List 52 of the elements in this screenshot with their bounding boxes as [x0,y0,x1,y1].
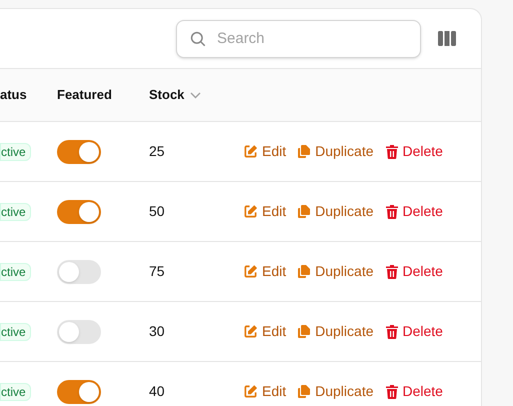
status-badge: ctive [0,202,31,220]
stock-value: 75 [149,262,165,278]
edit-link[interactable]: Edit [244,321,286,342]
delete-link[interactable]: Delete [386,201,443,222]
stock-value: 50 [149,202,165,218]
trash-icon [386,204,398,218]
delete-link[interactable]: Delete [386,381,443,402]
stock-value: 30 [149,322,165,338]
copy-icon [298,385,310,398]
column-header: atus [0,86,27,104]
status-badge: ctive [0,262,31,280]
duplicate-link[interactable]: Duplicate [298,261,374,282]
featured-toggle[interactable] [57,320,101,344]
search-field[interactable]: Search [176,20,421,58]
edit-link[interactable]: Edit [244,201,286,222]
trash-icon [386,384,398,398]
edit-icon [244,385,257,398]
column-header: Featured [57,86,112,104]
copy-icon [298,325,310,338]
edit-icon [244,265,257,278]
status-badge: ctive [0,322,31,340]
duplicate-link[interactable]: Duplicate [298,201,374,222]
delete-link[interactable]: Delete [386,321,443,342]
stock-value: 40 [149,382,165,398]
copy-icon [298,145,310,158]
trash-icon [386,324,398,338]
edit-icon [244,205,257,218]
column-header[interactable]: Stock [149,85,184,105]
chevron-down-icon[interactable] [190,92,202,98]
columns-icon[interactable] [438,31,456,46]
edit-icon [244,145,257,158]
copy-icon [298,205,310,218]
featured-toggle[interactable] [57,260,101,284]
duplicate-link[interactable]: Duplicate [298,141,374,162]
status-badge: ctive [0,142,31,160]
featured-toggle[interactable] [57,140,101,164]
trash-icon [386,264,398,278]
stock-value: 25 [149,142,165,158]
edit-icon [244,325,257,338]
duplicate-link[interactable]: Duplicate [298,321,374,342]
featured-toggle[interactable] [57,200,101,224]
edit-link[interactable]: Edit [244,381,286,402]
status-badge: ctive [0,382,31,400]
copy-icon [298,265,310,278]
featured-toggle[interactable] [57,380,101,404]
trash-icon [386,144,398,158]
search-icon [189,30,207,48]
delete-link[interactable]: Delete [386,261,443,282]
delete-link[interactable]: Delete [386,141,443,162]
edit-link[interactable]: Edit [244,261,286,282]
edit-link[interactable]: Edit [244,141,286,162]
duplicate-link[interactable]: Duplicate [298,381,374,402]
